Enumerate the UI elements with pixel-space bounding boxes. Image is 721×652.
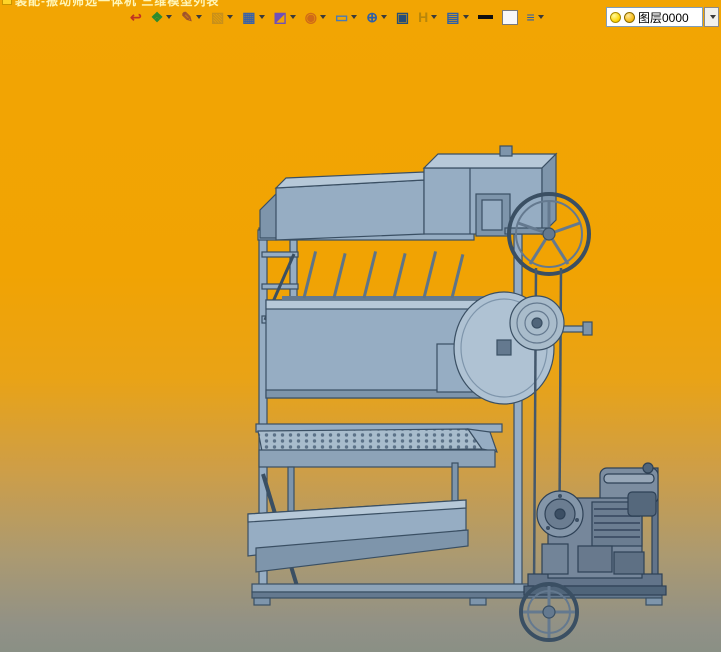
3d-model-viewport[interactable]: [0, 0, 721, 652]
agitator-fingers[interactable]: [282, 251, 506, 300]
engine[interactable]: [523, 462, 667, 596]
viewport-icon[interactable]: ▣: [392, 6, 413, 28]
dropdown-arrow-icon: [710, 15, 716, 19]
toolbar: ↩ ❖ ✎ ▧ ▦ ◩ ◉ ▭ ⊕ ▣ H ▤ ≡: [126, 5, 548, 29]
surface-icon[interactable]: ◩: [270, 6, 300, 28]
layer-combo[interactable]: 图层0000: [606, 7, 703, 27]
dropdown-arrow-icon[interactable]: [319, 15, 326, 19]
section-icon[interactable]: H: [414, 6, 441, 28]
extrude-icon[interactable]: ▦: [238, 6, 268, 28]
wheel-gear-icon[interactable]: ◉: [301, 6, 330, 28]
dropdown-arrow-icon[interactable]: [227, 15, 234, 19]
dropdown-arrow-icon[interactable]: [431, 15, 438, 19]
dropdown-arrow-icon[interactable]: [196, 15, 203, 19]
solid-box-icon[interactable]: ▧: [207, 6, 237, 28]
plane-frame-icon-glyph: ▭: [334, 9, 349, 25]
sketch-icon[interactable]: ✎: [177, 6, 206, 28]
viewport-icon-glyph: ▣: [395, 9, 410, 25]
discharge-chute[interactable]: [247, 499, 469, 573]
axis-target-icon[interactable]: ⊕: [362, 6, 391, 28]
open-icon[interactable]: ↩: [126, 6, 146, 28]
axis-target-icon-glyph: ⊕: [366, 9, 378, 25]
background-icon[interactable]: [498, 6, 522, 28]
line-width-icon-glyph: [477, 15, 493, 19]
line-width-icon[interactable]: [474, 6, 497, 28]
solid-box-icon-glyph: ▧: [211, 9, 225, 25]
bottom-pulley[interactable]: [519, 582, 579, 642]
dropdown-arrow-icon[interactable]: [537, 15, 544, 19]
layers-icon[interactable]: ≡: [523, 6, 548, 28]
dropdown-arrow-icon[interactable]: [166, 15, 173, 19]
layer-dropdown-button[interactable]: [704, 7, 719, 27]
dropdown-arrow-icon[interactable]: [380, 15, 387, 19]
sketch-icon-glyph: ✎: [181, 9, 194, 25]
extrude-icon-glyph: ▦: [242, 9, 256, 25]
render-mode-icon[interactable]: ❖: [147, 6, 177, 28]
dropdown-arrow-icon[interactable]: [289, 15, 296, 19]
section-icon-glyph: H: [418, 9, 429, 25]
surface-icon-glyph: ◩: [273, 9, 287, 25]
plane-frame-icon[interactable]: ▭: [331, 6, 361, 28]
open-icon-glyph: ↩: [130, 9, 142, 25]
background-icon-glyph: [501, 9, 518, 25]
render-mode-icon-glyph: ❖: [150, 9, 164, 25]
wheel-gear-icon-glyph: ◉: [304, 9, 317, 25]
dropdown-arrow-icon[interactable]: [462, 15, 469, 19]
dropdown-arrow-icon[interactable]: [258, 15, 265, 19]
app-icon: [2, 0, 12, 5]
lightbulb-icon[interactable]: [610, 11, 621, 23]
dropdown-arrow-icon[interactable]: [351, 15, 358, 19]
middle-pulley[interactable]: [509, 295, 593, 351]
layer-name: 图层0000: [638, 10, 689, 25]
app-window: 装配-振动筛选一体机 三维模型列表 ↩ ❖ ✎ ▧ ▦ ◩ ◉ ▭ ⊕ ▣ H …: [0, 0, 721, 652]
monitor-icon[interactable]: ▤: [442, 6, 472, 28]
monitor-icon-glyph: ▤: [446, 9, 460, 25]
layers-icon-glyph: ≡: [526, 9, 535, 25]
layer-color-icon: [624, 11, 635, 23]
